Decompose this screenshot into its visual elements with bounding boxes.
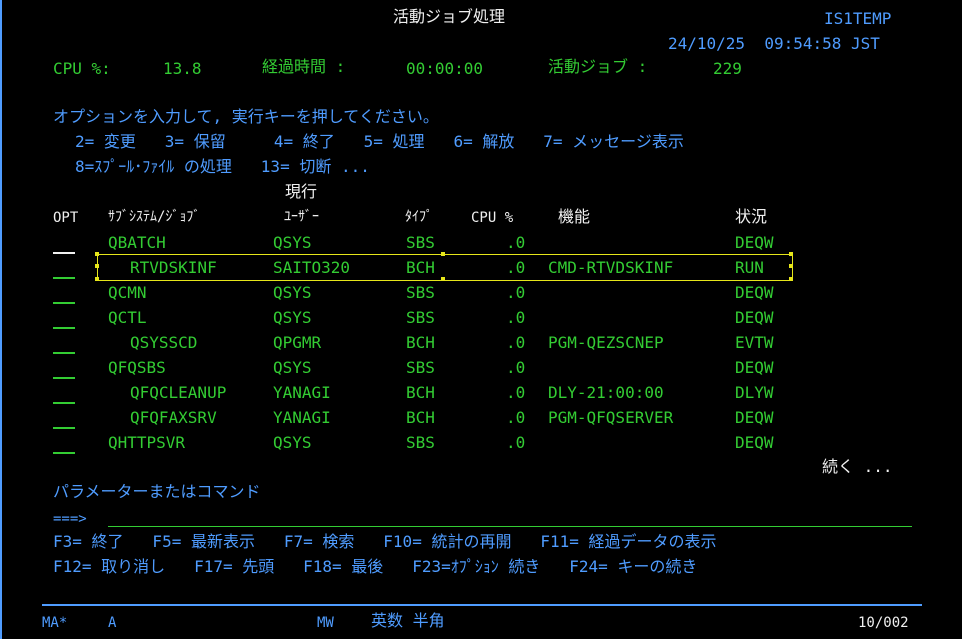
column-status: 状況 [735, 207, 768, 226]
elapsed-value: 00:00:00 [406, 59, 484, 78]
job-status: DLYW [735, 383, 774, 402]
column-function: 機能 [558, 207, 591, 226]
job-status: DEQW [735, 408, 774, 427]
status-mode: MA* [42, 615, 68, 631]
job-cpu: .0 [506, 308, 526, 327]
opt-input[interactable] [53, 377, 75, 379]
selection-box [97, 254, 793, 281]
job-name: QFQCLEANUP [130, 383, 227, 402]
job-name: QSYSSCD [130, 333, 198, 352]
job-type: BCH [406, 383, 435, 402]
column-type: ﾀｲﾌﾟ [405, 209, 433, 225]
active-jobs-label: 活動ジョブ : [548, 57, 648, 76]
more-indicator: 続く ... [822, 457, 893, 476]
active-jobs-value: 229 [713, 59, 742, 78]
cursor-position: 10/002 [858, 615, 909, 631]
function-keys-line-2[interactable]: F12= 取り消し F17= 先頭 F18= 最後 F23=ｵﾌﾟｼｮﾝ 続き … [53, 558, 697, 576]
selection-handle [95, 277, 99, 281]
opt-input[interactable] [53, 327, 75, 329]
job-user: QSYS [273, 308, 312, 327]
selection-handle [789, 264, 793, 268]
command-input-underline [108, 526, 912, 527]
cpu-value: 13.8 [163, 59, 202, 78]
command-label: パラメーターまたはコマンド [53, 482, 261, 501]
job-cpu: .0 [506, 283, 526, 302]
job-cpu: .0 [506, 333, 526, 352]
job-function: PGM-QEZSCNEP [548, 333, 664, 352]
job-cpu: .0 [506, 433, 526, 452]
option-list-1: 2= 変更 3= 保留 4= 終了 5= 処理 6= 解放 7= メッセージ表示 [75, 132, 684, 151]
opt-input[interactable] [53, 302, 75, 304]
job-user: YANAGI [273, 408, 331, 427]
status-mw: MW [317, 615, 334, 631]
job-function: DLY-21:00:00 [548, 383, 664, 402]
command-prompt: ===> [53, 511, 87, 527]
job-type: SBS [406, 233, 435, 252]
column-cpu: CPU % [471, 210, 514, 226]
job-type: SBS [406, 433, 435, 452]
opt-input[interactable] [53, 352, 75, 354]
job-cpu: .0 [506, 233, 526, 252]
instruction-text: オプションを入力して, 実行キーを押してください。 [53, 107, 439, 126]
job-user: QSYS [273, 358, 312, 377]
job-name: QHTTPSVR [108, 433, 186, 452]
job-type: BCH [406, 333, 435, 352]
cpu-label: CPU %: [53, 59, 111, 78]
date-time: 24/10/25 09:54:58 JST [668, 34, 880, 53]
elapsed-label: 経過時間 : [262, 57, 346, 76]
job-user: YANAGI [273, 383, 331, 402]
status-a: A [108, 615, 117, 631]
window-left-edge [0, 0, 2, 639]
opt-input[interactable] [53, 427, 75, 429]
selection-handle [789, 277, 793, 281]
selection-handle [95, 252, 99, 256]
job-type: SBS [406, 308, 435, 327]
status-bar-divider [42, 604, 922, 606]
selection-handle [789, 252, 793, 256]
command-input[interactable] [108, 508, 910, 526]
selection-handle [441, 252, 445, 256]
job-type: SBS [406, 283, 435, 302]
job-name: QFQFAXSRV [130, 408, 217, 427]
job-status: DEQW [735, 233, 774, 252]
job-status: DEQW [735, 358, 774, 377]
function-keys-line-1[interactable]: F3= 終了 F5= 最新表示 F7= 検索 F10= 統計の再開 F11= 経… [53, 533, 717, 551]
job-cpu: .0 [506, 408, 526, 427]
job-user: QSYS [273, 283, 312, 302]
job-name: QBATCH [108, 233, 166, 252]
selection-handle [441, 277, 445, 281]
opt-input[interactable] [53, 277, 75, 279]
column-subsystem-job: ｻﾌﾞｼｽﾃﾑ/ｼﾞｮﾌﾞ [108, 209, 201, 225]
job-user: QSYS [273, 233, 312, 252]
job-user: QSYS [273, 433, 312, 452]
opt-input[interactable] [53, 452, 75, 454]
status-ime: 英数 半角 [371, 611, 445, 630]
job-type: BCH [406, 408, 435, 427]
job-name: QFQSBS [108, 358, 166, 377]
job-status: DEQW [735, 308, 774, 327]
job-cpu: .0 [506, 358, 526, 377]
opt-input[interactable] [53, 252, 75, 254]
selection-handle [95, 264, 99, 268]
job-cpu: .0 [506, 383, 526, 402]
page-title: 活動ジョブ処理 [393, 7, 506, 26]
option-list-2: 8=ｽﾌﾟｰﾙ･ﾌｧｲﾙ の処理 13= 切断 ... [75, 157, 370, 176]
job-name: QCMN [108, 283, 147, 302]
job-user: QPGMR [273, 333, 322, 352]
job-name: QCTL [108, 308, 147, 327]
system-name: IS1TEMP [824, 9, 892, 28]
job-status: DEQW [735, 283, 774, 302]
opt-input[interactable] [53, 402, 75, 404]
job-function: PGM-QFQSERVER [548, 408, 674, 427]
job-status: EVTW [735, 333, 774, 352]
job-status: DEQW [735, 433, 774, 452]
column-opt: OPT [53, 210, 79, 226]
column-current: 現行 [285, 182, 318, 201]
column-user: ﾕｰｻﾞｰ [284, 209, 319, 225]
job-type: SBS [406, 358, 435, 377]
